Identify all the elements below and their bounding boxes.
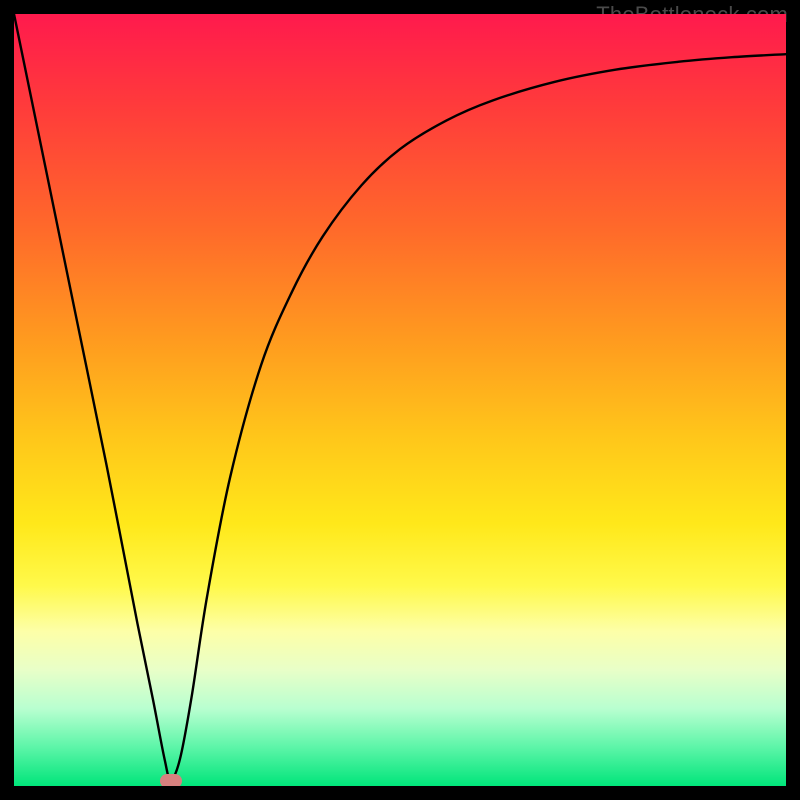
optimum-marker: [160, 774, 182, 786]
bottleneck-curve-path: [14, 14, 786, 780]
chart-curve-svg: [14, 14, 786, 786]
chart-plot-area: [14, 14, 786, 786]
